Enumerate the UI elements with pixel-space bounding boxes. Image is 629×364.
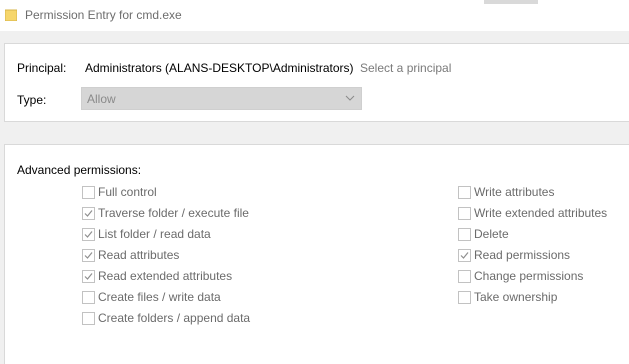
advanced-permissions-heading: Advanced permissions: [17,163,142,177]
select-principal-link[interactable]: Select a principal [360,61,451,75]
permission-label: Write extended attributes [474,206,608,220]
checkmark-icon [460,252,469,259]
type-label: Type: [17,93,47,107]
permission-checkbox[interactable] [82,228,95,241]
type-dropdown-value: Allow [87,92,116,106]
permission-checkbox[interactable] [458,249,471,262]
permission-checkbox[interactable] [82,270,95,283]
permission-checkbox[interactable] [458,291,471,304]
permission-label: Read permissions [474,248,571,262]
background-window-edge [484,0,538,4]
permission-checkbox[interactable] [458,228,471,241]
permission-label: Create folders / append data [98,311,251,325]
window-title: Permission Entry for cmd.exe [25,8,182,22]
permission-checkbox[interactable] [82,291,95,304]
permission-checkbox[interactable] [82,207,95,220]
principal-panel [4,43,629,122]
permission-checkbox[interactable] [458,186,471,199]
principal-label: Principal: [17,61,67,75]
permission-label: Write attributes [474,185,555,199]
checkmark-icon [84,210,93,217]
type-dropdown[interactable]: Allow [81,87,362,110]
title-bar: Permission Entry for cmd.exe [0,0,629,31]
permission-label: Full control [98,185,157,199]
checkmark-icon [84,231,93,238]
permission-label: Delete [474,227,509,241]
folder-icon [5,9,17,21]
permission-checkbox[interactable] [458,270,471,283]
permission-checkbox[interactable] [82,312,95,325]
permission-label: List folder / read data [98,227,211,241]
permission-label: Read extended attributes [98,269,233,283]
permission-label: Change permissions [474,269,584,283]
permission-label: Take ownership [474,290,558,304]
checkmark-icon [84,252,93,259]
permission-label: Traverse folder / execute file [98,206,249,220]
checkmark-icon [84,273,93,280]
permission-label: Create files / write data [98,290,221,304]
chevron-down-icon [345,95,355,101]
permission-checkbox[interactable] [82,249,95,262]
permission-checkbox[interactable] [82,186,95,199]
permission-checkbox[interactable] [458,207,471,220]
principal-value: Administrators (ALANS-DESKTOP\Administra… [85,61,354,75]
permission-label: Read attributes [98,248,180,262]
